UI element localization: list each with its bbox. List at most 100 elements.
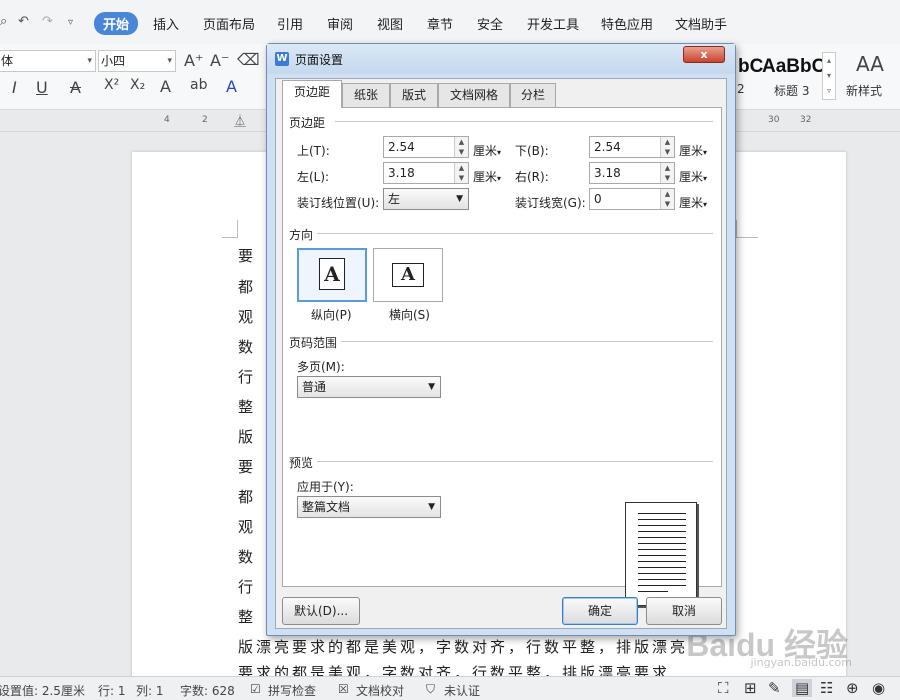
group-divider [317,233,713,234]
close-button[interactable]: x [683,46,725,63]
tab-special-apps[interactable]: 特色应用 [601,14,653,33]
landscape-label[interactable]: 横向(S) [389,306,430,323]
doc-line: 版漂亮要求的都是美观，字数对齐，行数平整，排版漂亮 [238,638,689,656]
unit-label: 厘米 [473,170,498,184]
tab-layout[interactable]: 版式 [390,83,438,107]
chevron-down-icon: ▼ [428,382,435,392]
chevron-down-icon: ▾ [497,148,502,157]
tab-doc-grid[interactable]: 文档网格 [438,83,510,107]
font-color-icon[interactable]: A [226,77,237,96]
chevron-down-icon: ▼ [456,194,463,204]
search-icon[interactable]: ⌕ [0,14,7,29]
quick-access-dropdown-icon[interactable]: ▿ [68,17,73,28]
tab-review[interactable]: 审阅 [327,14,353,33]
outline-view-icon[interactable]: ⊞ [744,679,757,697]
spin-arrows-icon[interactable]: ▲ ▼ [454,163,468,183]
gutter-width-input[interactable]: 0 ▲ ▼ [589,188,675,210]
preview-line [638,567,686,568]
spin-arrows-icon[interactable]: ▲ ▼ [660,189,674,209]
indent-marker-icon[interactable]: ⏅ [234,112,246,129]
pen-icon[interactable]: ✎ [768,679,781,697]
style-preview-2[interactable]: AaBbC [762,56,825,78]
tab-paper[interactable]: 纸张 [342,83,390,107]
style-preview-1[interactable]: bC [738,56,763,78]
undo-icon[interactable]: ↶ [18,14,29,29]
text-effect-icon[interactable]: A [160,77,171,96]
clear-format-icon[interactable]: ⌫ [237,50,260,69]
spin-arrows-icon[interactable]: ▲ ▼ [660,163,674,183]
cancel-button[interactable]: 取消 [646,597,722,625]
tab-doc-assistant[interactable]: 文档助手 [675,14,727,33]
bottom-margin-input[interactable]: 2.54 ▲ ▼ [589,136,675,158]
highlight-icon[interactable]: ab [190,77,207,93]
underline-icon[interactable]: U [36,78,48,97]
left-margin-input[interactable]: 3.18 ▲ ▼ [383,162,469,184]
new-style-label[interactable]: 新样式 [846,82,882,99]
globe-icon[interactable]: ⊕ [846,679,859,697]
chevron-down-icon: ▾ [497,174,502,183]
top-margin-input[interactable]: 2.54 ▲ ▼ [383,136,469,158]
tab-margins[interactable]: 页边距 [282,80,342,108]
preview-line [638,543,686,544]
shrink-font-icon[interactable]: A⁻ [210,51,229,70]
tab-references[interactable]: 引用 [277,14,303,33]
redo-icon[interactable]: ↷ [42,14,53,29]
page-view-icon[interactable]: ▤ [792,679,813,697]
tab-columns[interactable]: 分栏 [510,83,556,107]
superscript-icon[interactable]: X² [104,77,119,93]
spin-arrows-icon[interactable]: ▲ ▼ [660,137,674,157]
margins-panel: 页边距 上(T): 2.54 ▲ ▼ 厘米▾ 下(B): 2.54 ▲ ▼ 厘米▾ … [282,107,722,606]
dialog-titlebar[interactable]: W 页面设置 x [267,44,735,74]
apply-to-select[interactable]: 整篇文档 ▼ [297,496,441,518]
chevron-down-icon: ▾ [87,56,92,66]
gutter-width-label: 装订线宽(G): [515,196,586,210]
tab-developer[interactable]: 开发工具 [527,14,579,33]
unit-label: 厘米 [473,144,498,158]
spin-arrows-icon[interactable]: ▲ ▼ [454,137,468,157]
tab-start[interactable]: 开始 [94,12,139,35]
status-col: 列: 1 [136,684,164,698]
unit-dropdown[interactable]: 厘米▾ [679,168,707,185]
default-button[interactable]: 默认(D)... [282,597,360,625]
proofread-icon: ☒ [338,682,349,696]
font-name-combo[interactable]: 体 ▾ [0,50,96,72]
multiple-pages-select[interactable]: 普通 ▼ [297,376,441,398]
certification-status[interactable]: 未认证 [444,682,480,699]
fullscreen-icon[interactable]: ⛶ [718,679,729,697]
portrait-label[interactable]: 纵向(P) [311,306,352,323]
unit-dropdown[interactable]: 厘米▾ [473,168,501,185]
shield-icon: ⛉ [426,682,436,696]
tab-view[interactable]: 视图 [377,14,403,33]
landscape-option[interactable]: A [373,248,443,302]
ruler-tick: 4 [164,115,170,125]
tab-sections[interactable]: 章节 [427,14,453,33]
style-gallery-scroll[interactable]: ▴ ▾ ▿ [822,52,836,100]
unit-dropdown[interactable]: 厘米▾ [473,142,501,159]
eye-icon[interactable]: ◉ [872,679,885,697]
right-margin-input[interactable]: 3.18 ▲ ▼ [589,162,675,184]
strikethrough-icon[interactable]: A [70,78,81,97]
subscript-icon[interactable]: X₂ [130,77,145,93]
group-divider [335,121,713,122]
font-size-combo[interactable]: 小四 ▾ [98,50,176,72]
tab-insert[interactable]: 插入 [153,14,179,33]
gutter-position-label: 装订线位置(U): [297,196,380,210]
margin-corner-marker [222,220,238,238]
unit-dropdown[interactable]: 厘米▾ [679,194,707,211]
tab-page-layout[interactable]: 页面布局 [203,14,255,33]
style-label-1: 2 [737,82,745,96]
grow-font-icon[interactable]: A⁺ [184,51,203,70]
portrait-option[interactable]: A [297,248,367,302]
preview-line [638,555,686,556]
web-layout-icon[interactable]: ☷ [820,679,833,697]
italic-icon[interactable]: I [12,78,17,97]
status-wordcount[interactable]: 字数: 628 [180,682,235,699]
baidu-watermark-url: jingyan.baidu.com [750,656,852,669]
tab-security[interactable]: 安全 [477,14,503,33]
new-style-icon[interactable]: AA [856,52,884,76]
unit-dropdown[interactable]: 厘米▾ [679,142,707,159]
spellcheck-button[interactable]: 拼写检查 [268,682,316,699]
gutter-position-select[interactable]: 左 ▼ [383,188,469,210]
ok-button[interactable]: 确定 [562,597,638,625]
proofread-button[interactable]: 文档校对 [356,682,404,699]
